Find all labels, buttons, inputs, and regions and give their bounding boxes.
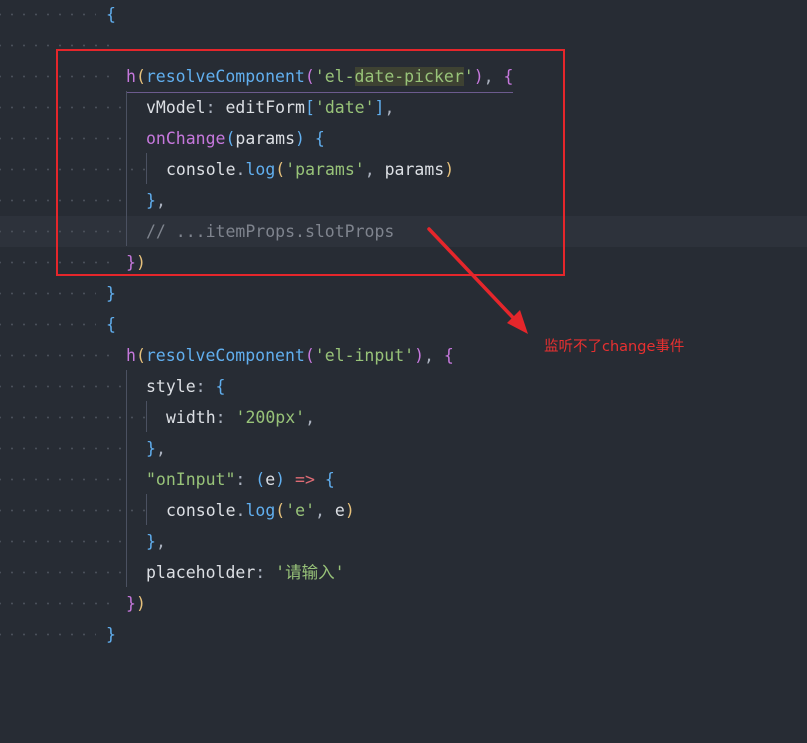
annotation-text: 监听不了change事件: [544, 339, 685, 355]
red-arrow-icon: [427, 227, 528, 334]
